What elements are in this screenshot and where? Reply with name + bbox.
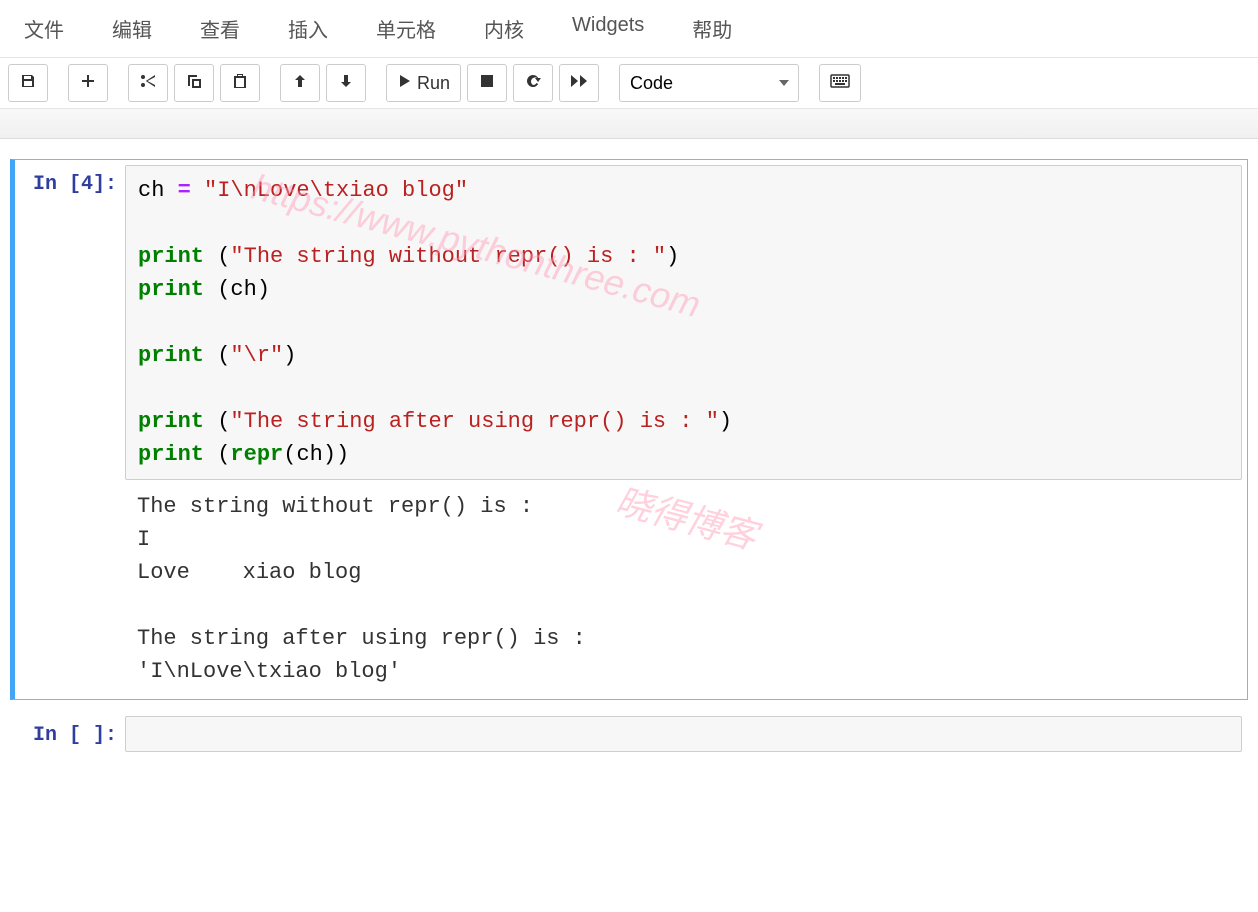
- cell-body: [125, 716, 1242, 752]
- cell-type-select[interactable]: Code: [619, 64, 799, 102]
- code-input[interactable]: [125, 716, 1242, 752]
- save-icon: [20, 73, 36, 94]
- menu-view[interactable]: 查看: [176, 4, 264, 53]
- copy-icon: [186, 73, 202, 94]
- cell-body: ch = "I\nLove\txiao blog" print ("The st…: [125, 165, 1242, 694]
- notebook-container: https://www.pythonthree.com 晓得博客 In [4]:…: [0, 139, 1258, 788]
- code-cell[interactable]: https://www.pythonthree.com 晓得博客 In [4]:…: [10, 159, 1248, 700]
- menubar: 文件 编辑 查看 插入 单元格 内核 Widgets 帮助: [0, 0, 1258, 58]
- copy-button[interactable]: [174, 64, 214, 102]
- keyboard-icon: [830, 74, 850, 93]
- refresh-icon: [525, 73, 541, 94]
- arrow-down-icon: [339, 73, 353, 94]
- code-input[interactable]: ch = "I\nLove\txiao blog" print ("The st…: [125, 165, 1242, 480]
- fast-forward-icon: [570, 74, 588, 93]
- run-button[interactable]: Run: [386, 64, 461, 102]
- restart-button[interactable]: [513, 64, 553, 102]
- cut-button[interactable]: [128, 64, 168, 102]
- input-prompt: In [4]:: [15, 165, 125, 694]
- command-palette-button[interactable]: [819, 64, 861, 102]
- stop-icon: [480, 74, 494, 93]
- run-label: Run: [417, 73, 450, 94]
- cell-type-select-wrap: Code: [619, 64, 799, 102]
- menu-insert[interactable]: 插入: [264, 4, 352, 53]
- paste-icon: [232, 73, 248, 94]
- interrupt-button[interactable]: [467, 64, 507, 102]
- menu-file[interactable]: 文件: [0, 4, 88, 53]
- toolbar: Run Code: [0, 58, 1258, 109]
- code-cell-empty[interactable]: In [ ]:: [10, 710, 1248, 758]
- move-down-button[interactable]: [326, 64, 366, 102]
- input-prompt: In [ ]:: [15, 716, 125, 752]
- menu-edit[interactable]: 编辑: [88, 4, 176, 53]
- move-up-button[interactable]: [280, 64, 320, 102]
- play-icon: [397, 73, 411, 94]
- paste-button[interactable]: [220, 64, 260, 102]
- menu-cell[interactable]: 单元格: [352, 4, 460, 53]
- arrow-up-icon: [293, 73, 307, 94]
- save-button[interactable]: [8, 64, 48, 102]
- menu-help[interactable]: 帮助: [668, 4, 756, 53]
- cell-output: The string without repr() is : I Love xi…: [125, 480, 1242, 694]
- insert-below-button[interactable]: [68, 64, 108, 102]
- menu-widgets[interactable]: Widgets: [548, 4, 668, 53]
- restart-run-all-button[interactable]: [559, 64, 599, 102]
- menu-kernel[interactable]: 内核: [460, 4, 548, 53]
- scissors-icon: [139, 73, 157, 94]
- header-spacer: [0, 109, 1258, 139]
- plus-icon: [80, 73, 96, 94]
